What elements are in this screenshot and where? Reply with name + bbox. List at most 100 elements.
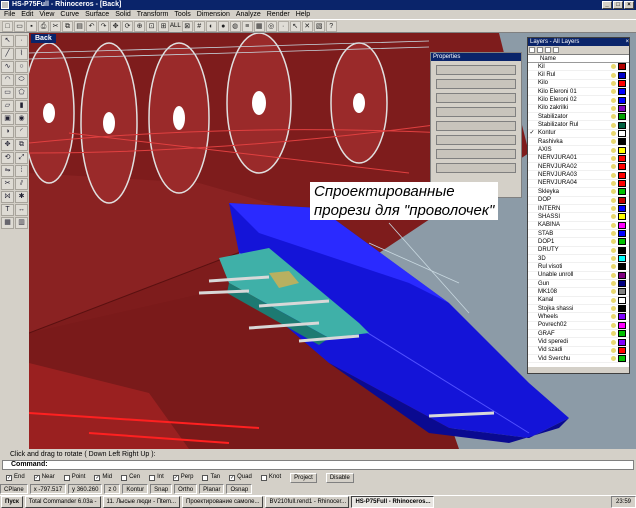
help-icon[interactable]: ? (325, 21, 337, 32)
zoom-extents-icon[interactable]: ⊞ (158, 21, 169, 32)
checkbox-icon[interactable]: ✓ (172, 474, 179, 481)
layer-color-swatch[interactable] (618, 330, 626, 338)
layer-visible-icon[interactable] (611, 197, 616, 203)
shade-icon[interactable]: ◐ (205, 21, 217, 32)
layer-color-swatch[interactable] (618, 213, 626, 221)
layer-visible-icon[interactable] (611, 147, 616, 153)
move-tool-icon[interactable]: ✥ (1, 139, 14, 151)
menu-view[interactable]: View (39, 10, 54, 19)
properties-field[interactable] (436, 93, 516, 103)
circle-tool-icon[interactable]: ○ (15, 61, 28, 73)
layer-color-swatch[interactable] (618, 163, 626, 171)
layer-visible-icon[interactable] (611, 72, 616, 78)
arc-tool-icon[interactable]: ◠ (1, 74, 14, 86)
sphere-tool-icon[interactable]: ◉ (15, 113, 28, 125)
layer-color-swatch[interactable] (618, 71, 626, 79)
layer-color-swatch[interactable] (618, 129, 626, 137)
taskbar-item[interactable]: HS-P75Full - Rhinoceros... (351, 496, 435, 508)
layer-color-swatch[interactable] (618, 230, 626, 238)
planar-toggle[interactable]: Planar (199, 484, 225, 494)
layer-visible-icon[interactable] (611, 222, 616, 228)
properties-title[interactable]: Properties (431, 53, 521, 61)
layers-title-bar[interactable]: Layers - All Layers × (528, 38, 629, 46)
trim-tool-icon[interactable]: ✂ (1, 178, 14, 190)
layers-close-icon[interactable]: × (625, 38, 629, 46)
cut-icon[interactable]: ✂ (50, 21, 61, 32)
checkbox-icon[interactable]: ✓ (94, 474, 101, 481)
snap-toggle[interactable]: Snap (150, 484, 173, 494)
layer-color-swatch[interactable] (618, 296, 626, 304)
osnap-quad[interactable]: ✓ Quad (229, 472, 252, 483)
properties-field[interactable] (436, 163, 516, 173)
layers-column-name[interactable]: Name (528, 55, 629, 63)
properties-field[interactable] (436, 79, 516, 89)
layer-color-swatch[interactable] (618, 154, 626, 162)
rotate-icon[interactable]: ⟳ (122, 21, 133, 32)
menu-curve[interactable]: Curve (60, 10, 79, 19)
layer-color-swatch[interactable] (618, 188, 626, 196)
close-button[interactable]: × (624, 1, 634, 9)
layer-visible-icon[interactable] (611, 231, 616, 237)
app-icon[interactable] (1, 1, 9, 9)
layer-visible-icon[interactable] (611, 331, 616, 337)
layer-visible-icon[interactable] (611, 97, 616, 103)
ungroup-tool-icon[interactable]: ▥ (15, 217, 28, 229)
rectangle-tool-icon[interactable]: ▭ (1, 87, 14, 99)
checkbox-icon[interactable]: ✓ (33, 474, 40, 481)
layer-visible-icon[interactable] (611, 114, 616, 120)
ortho-toggle[interactable]: Ortho (174, 484, 198, 494)
checkbox-icon[interactable] (260, 474, 267, 481)
layer-visible-icon[interactable] (611, 297, 616, 303)
layer-visible-icon[interactable] (611, 272, 616, 278)
menu-tools[interactable]: Tools (174, 10, 190, 19)
layer-color-swatch[interactable] (618, 63, 626, 71)
checkbox-icon[interactable]: ✓ (229, 474, 236, 481)
zoom-window-icon[interactable]: ⊡ (146, 21, 157, 32)
checkbox-icon[interactable] (202, 474, 209, 481)
layer-color-swatch[interactable] (618, 104, 626, 112)
layer-visible-icon[interactable] (611, 339, 616, 345)
undo-icon[interactable]: ↶ (86, 21, 97, 32)
point-tool-icon[interactable]: · (15, 35, 28, 47)
properties-field[interactable] (436, 107, 516, 117)
text-tool-icon[interactable]: T (1, 204, 14, 216)
layer-color-swatch[interactable] (618, 179, 626, 187)
layer-color-swatch[interactable] (618, 288, 626, 296)
osnap-mid[interactable]: ✓ Mid (94, 472, 112, 483)
explode-tool-icon[interactable]: ✱ (15, 191, 28, 203)
mirror-tool-icon[interactable]: ⇋ (1, 165, 14, 177)
layer-visible-icon[interactable] (611, 264, 616, 270)
layer-visible-icon[interactable] (611, 247, 616, 253)
surface-tool-icon[interactable]: ▱ (1, 100, 14, 112)
osnap-knot[interactable]: Knot (260, 472, 281, 483)
layer-row[interactable]: Vid Sverchu (528, 355, 629, 364)
layer-color-swatch[interactable] (618, 321, 626, 329)
properties-field[interactable] (436, 135, 516, 145)
layer-color-swatch[interactable] (618, 255, 626, 263)
layer-color-swatch[interactable] (618, 138, 626, 146)
layer-color-swatch[interactable] (618, 338, 626, 346)
copy-tool-icon[interactable]: ⧉ (15, 139, 28, 151)
curve-tool-icon[interactable]: ∿ (1, 61, 14, 73)
checkbox-icon[interactable] (149, 474, 156, 481)
polyline-tool-icon[interactable]: ⌇ (15, 48, 28, 60)
layer-visible-icon[interactable] (611, 256, 616, 262)
new-layer-icon[interactable] (529, 47, 535, 53)
start-button[interactable]: Пуск (1, 496, 23, 508)
layer-up-icon[interactable] (545, 47, 551, 53)
select-icon[interactable]: ↖ (289, 21, 301, 32)
osnap-icon[interactable]: ◎ (265, 21, 277, 32)
menu-help[interactable]: Help (296, 10, 310, 19)
render-icon[interactable]: ● (217, 21, 229, 32)
scale-tool-icon[interactable]: ⤢ (15, 152, 28, 164)
status-layer[interactable]: Kontur (122, 484, 149, 494)
dim-tool-icon[interactable]: ↔ (15, 204, 28, 216)
current-layer-check[interactable]: ✓ (528, 129, 536, 137)
layer-color-swatch[interactable] (618, 113, 626, 121)
layer-visible-icon[interactable] (611, 239, 616, 245)
layer-color-swatch[interactable] (618, 271, 626, 279)
properties-icon[interactable]: ▦ (253, 21, 265, 32)
zoom-all-icon[interactable]: ⊠ (181, 21, 193, 32)
polygon-tool-icon[interactable]: ⬠ (15, 87, 28, 99)
layer-visible-icon[interactable] (611, 122, 616, 128)
